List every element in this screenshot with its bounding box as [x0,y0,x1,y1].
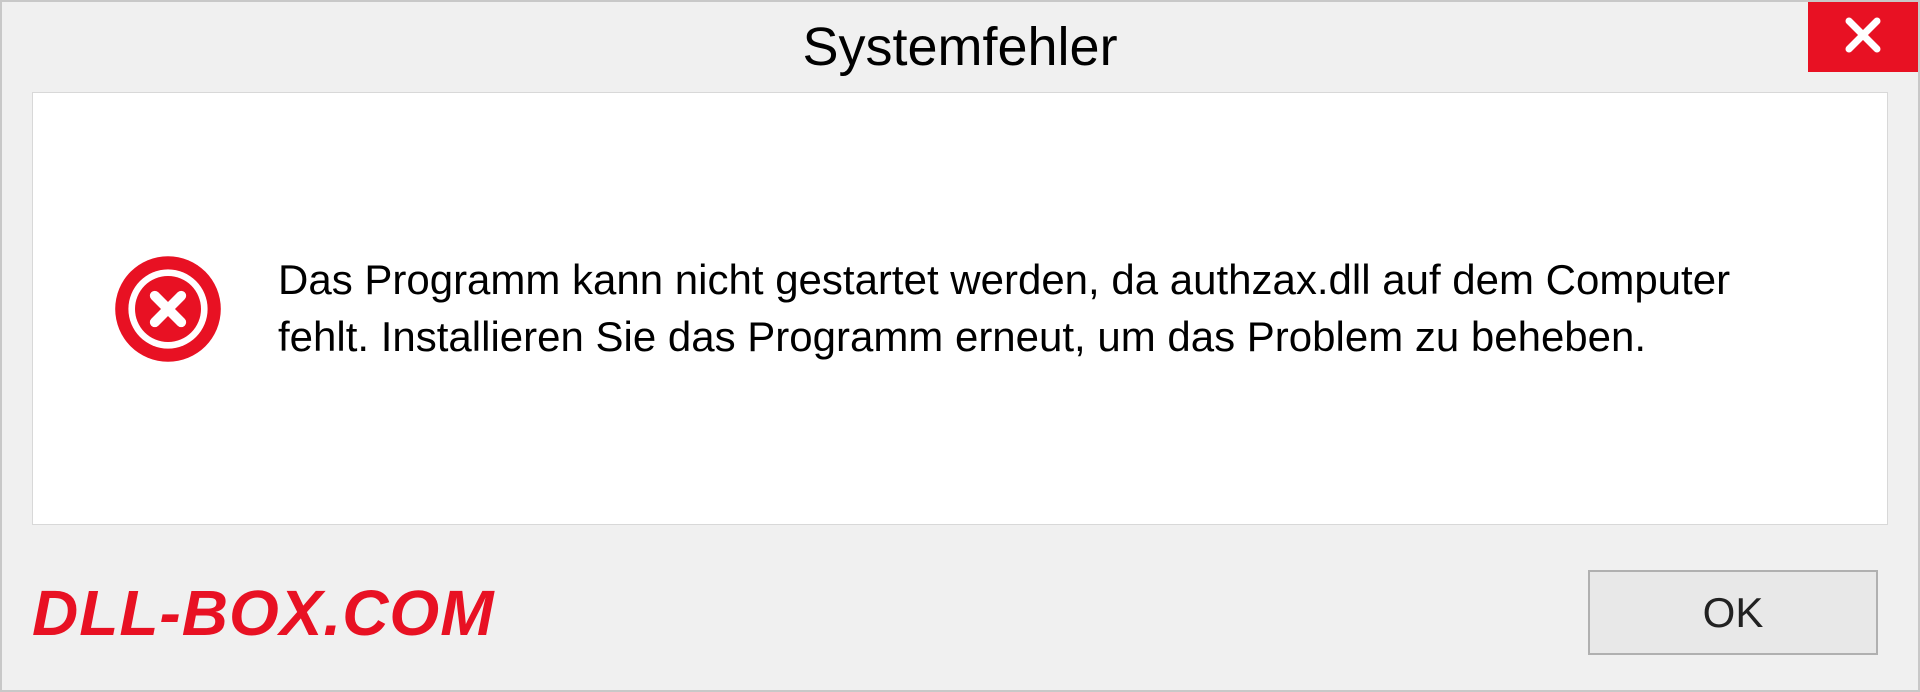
close-icon [1842,14,1884,61]
close-button[interactable] [1808,2,1918,72]
watermark-text: DLL-BOX.COM [32,576,495,650]
ok-button[interactable]: OK [1588,570,1878,655]
dialog-title: Systemfehler [802,16,1117,78]
titlebar: Systemfehler [2,2,1918,92]
error-icon [113,254,223,364]
dialog-footer: DLL-BOX.COM OK [2,535,1918,690]
error-dialog: Systemfehler Das Programm kann nicht ges… [0,0,1920,692]
error-message: Das Programm kann nicht gestartet werden… [278,252,1827,365]
content-panel: Das Programm kann nicht gestartet werden… [32,92,1888,525]
